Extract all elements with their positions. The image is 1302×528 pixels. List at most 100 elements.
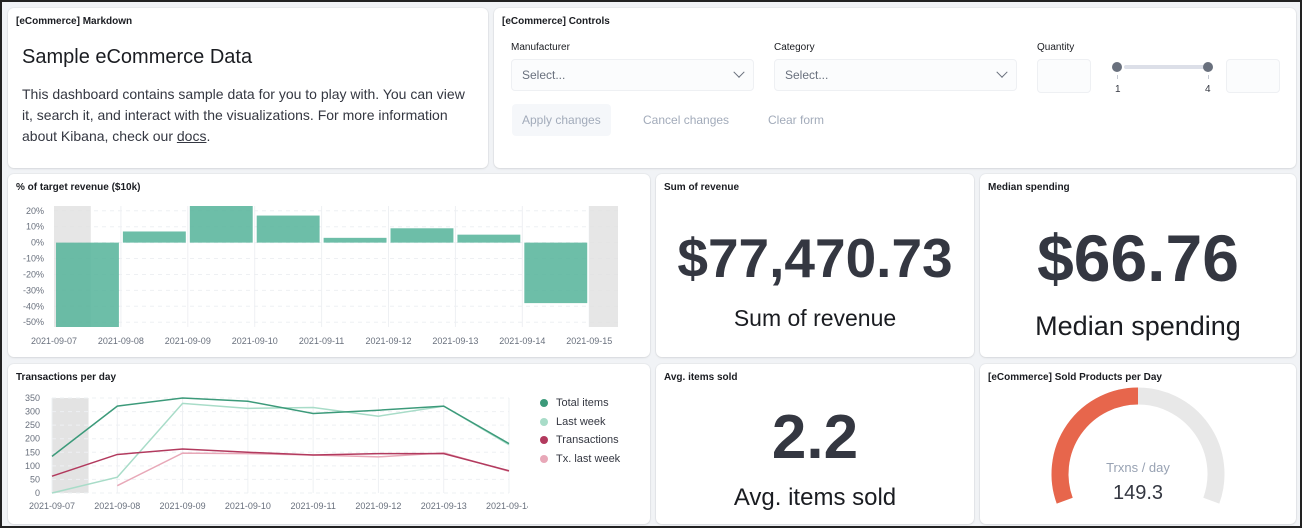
quantity-min-thumb[interactable]: [1112, 62, 1122, 72]
legend-dot-icon: [540, 436, 548, 445]
x-tick-label: 2021-09-07: [31, 336, 77, 346]
bar: [56, 242, 119, 327]
series-line-total-items: [51, 397, 510, 457]
range-tick: [1208, 75, 1209, 79]
y-tick-label: -10%: [23, 254, 44, 264]
y-tick-label: 50: [30, 474, 40, 484]
y-tick-label: 0%: [31, 238, 44, 248]
legend-label: Tx. last week: [556, 453, 621, 466]
median-spending-label: Median spending: [1035, 311, 1241, 341]
legend-dot-icon: [540, 455, 548, 464]
x-tick-label: 2021-09-10: [232, 336, 278, 346]
series-line-last-week: [51, 402, 510, 494]
y-tick-label: 100: [25, 461, 40, 471]
x-tick-label: 2021-09-14: [499, 336, 545, 346]
y-tick-label: 150: [25, 447, 40, 457]
markdown-heading: Sample eCommerce Data: [22, 46, 253, 68]
range-max-label: 4: [1205, 84, 1211, 95]
bar: [122, 231, 186, 243]
legend-item[interactable]: Total items: [540, 394, 620, 413]
x-tick-label: 2021-09-15: [566, 336, 612, 346]
panel-title: [eCommerce] Markdown: [16, 16, 133, 27]
revenue-bar-chart-panel: % of target revenue ($10k) 20% 10% 0% -10% -…: [8, 174, 650, 357]
transactions-line-chart-panel: Transactions per day 350 300 250 200 150 100 5…: [8, 364, 650, 524]
y-tick-label: 250: [25, 420, 40, 430]
range-tick: [1117, 75, 1118, 79]
manufacturer-placeholder: Select...: [522, 68, 566, 82]
legend-label: Transactions: [556, 434, 619, 447]
sum-revenue-label: Sum of revenue: [733, 305, 897, 331]
quantity-min-input[interactable]: [1037, 59, 1091, 93]
chart-legend: Total items Last week Transactions Tx. last…: [540, 394, 620, 468]
avg-items-panel: Avg. items sold 2.2 Avg. items sold: [656, 364, 974, 524]
category-select[interactable]: Select...: [774, 59, 1017, 91]
legend-item[interactable]: Transactions: [540, 431, 620, 450]
x-tick-label: 2021-09-09: [165, 336, 211, 346]
chevron-down-icon: [733, 66, 745, 78]
quantity-max-thumb[interactable]: [1203, 62, 1213, 72]
y-tick-label: 10%: [26, 222, 44, 232]
sum-revenue-panel: Sum of revenue $77,470.73 Sum of revenue: [656, 174, 974, 357]
y-tick-label: 200: [25, 434, 40, 444]
range-min-label: 1: [1115, 84, 1121, 95]
category-label: Category: [774, 42, 815, 53]
avg-items-value: 2.2: [771, 403, 859, 472]
x-tick-label: 2021-09-13: [421, 501, 467, 511]
cancel-changes-button[interactable]: Cancel changes: [633, 104, 739, 136]
x-tick-label: 2021-09-11: [299, 336, 344, 346]
bar: [524, 242, 588, 304]
controls-panel: [eCommerce] Controls Manufacturer Select…: [494, 8, 1296, 168]
legend-item[interactable]: Tx. last week: [540, 450, 620, 469]
line-chart: 350 300 250 200 150 100 50 0 2021-09-07 2021-09-0…: [25, 393, 528, 511]
x-tick-label: 2021-09-08: [98, 336, 144, 346]
markdown-text-end: .: [206, 128, 211, 144]
y-tick-label: -20%: [23, 269, 44, 279]
x-tick-label: 2021-09-14: [486, 501, 528, 511]
y-tick-label: 20%: [26, 206, 44, 216]
bar: [323, 237, 387, 243]
gauge-label: Trxns / day: [1106, 460, 1170, 475]
quantity-max-input[interactable]: [1226, 59, 1280, 93]
legend-dot-icon: [540, 417, 548, 426]
sum-revenue-value: $77,470.73: [677, 227, 953, 289]
median-spending-panel: Median spending $66.76 Median spending: [980, 174, 1296, 357]
clear-form-button[interactable]: Clear form: [758, 104, 834, 136]
manufacturer-select[interactable]: Select...: [511, 59, 754, 91]
x-tick-label: 2021-09-09: [160, 501, 206, 511]
series-line-transactions: [51, 448, 510, 477]
markdown-panel: [eCommerce] Markdown Sample eCommerce Da…: [8, 8, 488, 168]
partial-bucket-end: [589, 206, 618, 327]
apply-changes-button[interactable]: Apply changes: [512, 104, 611, 136]
sold-products-gauge-panel: [eCommerce] Sold Products per Day Trxns …: [980, 364, 1296, 524]
legend-item[interactable]: Last week: [540, 413, 620, 432]
legend-dot-icon: [540, 399, 548, 408]
legend-label: Last week: [556, 415, 606, 428]
y-tick-label: 0: [35, 488, 40, 498]
y-tick-label: -50%: [23, 317, 44, 327]
gauge-chart: Trxns / day 149.3: [1051, 387, 1225, 504]
y-tick-label: 300: [25, 407, 40, 417]
docs-link[interactable]: docs: [177, 128, 207, 144]
category-placeholder: Select...: [785, 68, 829, 82]
chevron-down-icon: [996, 66, 1008, 78]
panel-title: Sum of revenue: [664, 182, 740, 193]
y-tick-label: 350: [25, 393, 40, 403]
avg-items-label: Avg. items sold: [733, 484, 897, 511]
manufacturer-label: Manufacturer: [511, 42, 570, 53]
bar: [390, 228, 454, 243]
panel-title: Avg. items sold: [664, 372, 738, 383]
markdown-body: This dashboard contains sample data for …: [22, 84, 472, 147]
x-tick-label: 2021-09-07: [29, 501, 75, 511]
bar: [189, 206, 253, 243]
legend-label: Total items: [556, 397, 609, 410]
x-tick-label: 2021-09-11: [290, 501, 335, 511]
panel-title: [eCommerce] Controls: [502, 16, 610, 27]
quantity-range-track[interactable]: [1124, 65, 1208, 69]
partial-bucket-start: [52, 398, 89, 493]
x-tick-label: 2021-09-12: [355, 501, 401, 511]
panel-title: Median spending: [988, 182, 1070, 193]
x-tick-label: 2021-09-12: [365, 336, 411, 346]
x-tick-label: 2021-09-13: [432, 336, 478, 346]
bar-chart: 20% 10% 0% -10% -20% -30% -40% -50% 2021-09-07 20…: [23, 206, 618, 346]
gauge-value: 149.3: [1113, 482, 1163, 504]
